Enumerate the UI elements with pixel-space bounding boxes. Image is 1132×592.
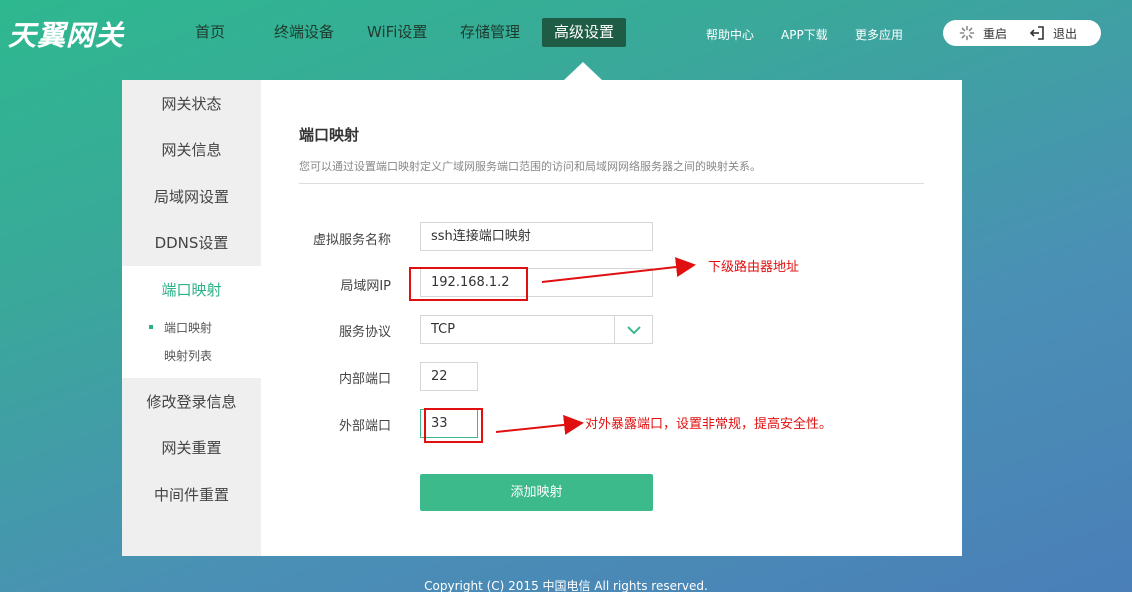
annotation-port-note: 对外暴露端口，设置非常规，提高安全性。 [585, 417, 833, 432]
annotation-arrow-port [495, 414, 584, 435]
footer-copyright: Copyright (C) 2015 中国电信 All rights reser… [424, 579, 708, 592]
annotation-arrows [495, 257, 696, 435]
annotation-ip-note: 下级路由器地址 [708, 260, 800, 275]
annotation-arrow-ip [541, 257, 696, 283]
